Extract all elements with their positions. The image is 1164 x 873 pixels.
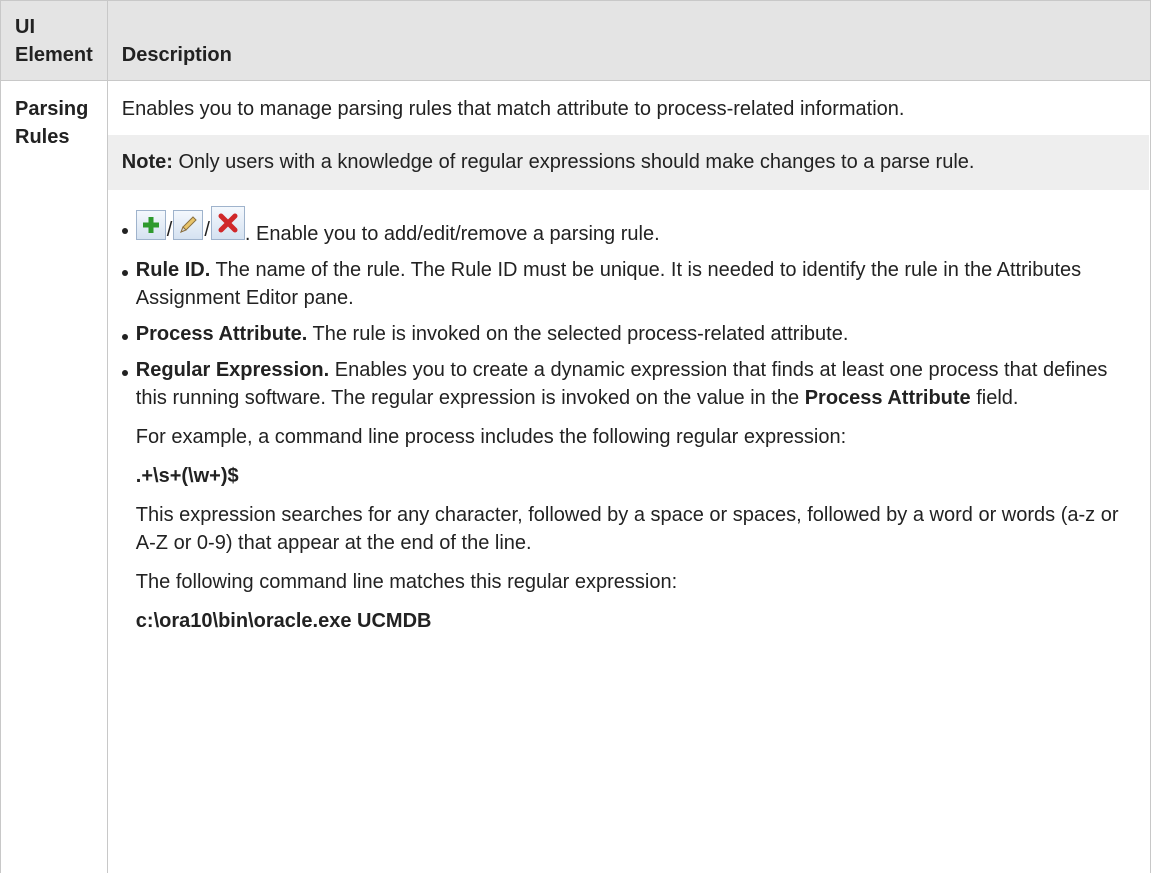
table-row: Parsing Rules Enables you to manage pars… — [0, 80, 1152, 873]
rule-id-label: Rule ID. — [135, 259, 211, 281]
process-attribute-text: The rule is invoked on the selected proc… — [307, 323, 849, 345]
add-icon — [135, 210, 166, 240]
regex-explanation: This expression searches for any charact… — [135, 504, 1119, 554]
edit-icon — [173, 210, 204, 240]
icon-separator: / — [204, 219, 210, 241]
icons-description: . Enable you to add/edit/remove a parsin… — [244, 223, 660, 245]
ui-element-name: Parsing Rules — [0, 80, 108, 873]
process-attribute-label: Process Attribute. — [135, 323, 308, 345]
note-box: Note: Only users with a knowledge of reg… — [106, 135, 1149, 190]
icon-separator: / — [166, 219, 173, 241]
example-regex: .+\s+(\w+)$ — [135, 465, 239, 487]
list-item-regular-expression: Regular Expression. Enables you to creat… — [121, 356, 1134, 635]
ui-element-table: UI Element Description Parsing Rules Ena… — [0, 0, 1152, 873]
remove-icon — [210, 206, 245, 240]
list-item-process-attribute: Process Attribute. The rule is invoked o… — [121, 320, 1134, 348]
header-ui-element: UI Element — [0, 0, 108, 81]
icon-group: / / — [135, 204, 245, 241]
description-cell: Enables you to manage parsing rules that… — [106, 80, 1152, 873]
table-header-row: UI Element Description — [0, 0, 1152, 81]
field-name: Process Attribute — [804, 387, 971, 409]
header-description: Description — [106, 0, 1152, 81]
list-item-rule-id: Rule ID. The name of the rule. The Rule … — [121, 256, 1134, 312]
note-label: Note: — [121, 151, 173, 173]
example-intro: For example, a command line process incl… — [135, 426, 847, 448]
match-example: c:\ora10\bin\oracle.exe UCMDB — [135, 610, 432, 632]
note-text: Only users with a knowledge of regular e… — [172, 151, 975, 173]
regular-expression-label: Regular Expression. — [135, 359, 330, 381]
intro-text: Enables you to manage parsing rules that… — [121, 98, 905, 120]
field-list: / / . Enable you to add/edit/remove a pa… — [121, 204, 1134, 635]
list-item-icons: / / . Enable you to add/edit/remove a pa… — [121, 204, 1134, 248]
regular-expression-text-b: field. — [970, 387, 1019, 409]
match-intro: The following command line matches this … — [135, 571, 678, 593]
regular-expression-desc: Regular Expression. Enables you to creat… — [136, 356, 1134, 412]
rule-id-text: The name of the rule. The Rule ID must b… — [135, 259, 1082, 309]
